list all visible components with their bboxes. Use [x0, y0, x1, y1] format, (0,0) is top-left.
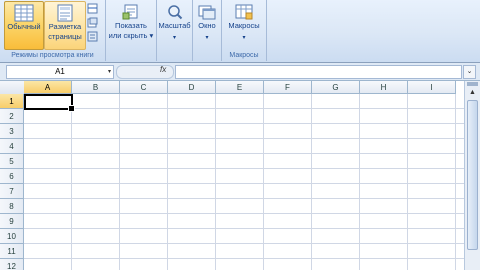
chevron-down-icon: ▾: [172, 35, 176, 41]
formula-input[interactable]: [175, 65, 462, 79]
normal-view-icon: [14, 4, 34, 22]
show-hide-label-2: или скрыть ▾: [108, 31, 154, 40]
page-break-preview-icon[interactable]: [87, 3, 98, 14]
chevron-down-icon: ▾: [149, 31, 154, 40]
show-hide-icon: [122, 4, 138, 20]
normal-view-label: Обычный: [7, 22, 41, 31]
chevron-down-icon: ▾: [242, 35, 246, 41]
row-header-8[interactable]: 8: [0, 199, 24, 214]
row-header-1[interactable]: 1: [0, 94, 24, 109]
column-header-b[interactable]: B: [72, 81, 120, 94]
column-header-a[interactable]: A: [24, 81, 72, 94]
macros-label: Макросы: [228, 21, 260, 30]
column-header-d[interactable]: D: [168, 81, 216, 94]
vertical-scrollbar[interactable]: ▲: [464, 81, 480, 270]
page-layout-icon: [57, 4, 73, 22]
macros-group: Макросы ▾ Макросы: [222, 0, 267, 61]
magnifier-icon: [167, 5, 182, 20]
split-handle[interactable]: [467, 82, 478, 86]
name-box[interactable]: A1 ▾: [6, 65, 114, 79]
column-header-h[interactable]: H: [360, 81, 408, 94]
active-cell[interactable]: [24, 94, 75, 112]
row-header-9[interactable]: 9: [0, 214, 24, 229]
select-all-corner[interactable]: [0, 81, 25, 95]
scroll-up-icon[interactable]: ▲: [467, 88, 478, 98]
zoom-label: Масштаб: [158, 21, 191, 30]
column-header-i[interactable]: I: [408, 81, 456, 94]
show-hide-group: Показать или скрыть ▾: [106, 0, 157, 61]
normal-view-button[interactable]: Обычный: [4, 1, 44, 50]
row-header-3[interactable]: 3: [0, 124, 24, 139]
worksheet-grid: ABCDEFGHI 1 2 3 4 5 6 7 8 9 10 11 12: [0, 81, 464, 270]
page-layout-label-2: страницы: [48, 32, 82, 41]
macros-button[interactable]: Макросы ▾: [222, 1, 266, 48]
page-layout-button[interactable]: Разметка страницы: [44, 1, 86, 50]
chevron-down-icon[interactable]: ▾: [108, 66, 111, 78]
window-label: Окно: [198, 21, 216, 30]
cell-area[interactable]: [24, 94, 464, 270]
row-header-2[interactable]: 2: [0, 109, 24, 124]
zoom-button[interactable]: Масштаб ▾: [157, 1, 192, 48]
macros-icon: [235, 4, 253, 20]
row-header-4[interactable]: 4: [0, 139, 24, 154]
workbook-views-group: Обычный Разметка страницы Режимы просмот…: [0, 0, 106, 61]
workbook-views-group-label: Режимы просмотра книги: [11, 52, 94, 59]
show-hide-label-1: Показать: [115, 21, 147, 30]
row-header-6[interactable]: 6: [0, 169, 24, 184]
row-header-11[interactable]: 11: [0, 244, 24, 259]
window-button[interactable]: Окно ▾: [193, 1, 221, 48]
column-header-f[interactable]: F: [264, 81, 312, 94]
expand-formula-bar-icon[interactable]: ⌄: [463, 65, 476, 79]
full-screen-icon[interactable]: [87, 31, 98, 42]
row-header-5[interactable]: 5: [0, 154, 24, 169]
name-box-value: A1: [55, 67, 65, 76]
chevron-down-icon: ▾: [205, 35, 209, 41]
window-icon: [198, 5, 216, 20]
scroll-thumb[interactable]: [467, 100, 478, 250]
zoom-group: Масштаб ▾: [157, 0, 193, 61]
row-header-12[interactable]: 12: [0, 259, 24, 270]
column-header-c[interactable]: C: [120, 81, 168, 94]
column-header-e[interactable]: E: [216, 81, 264, 94]
page-layout-label-1: Разметка: [48, 22, 82, 31]
show-hide-button[interactable]: Показать или скрыть ▾: [106, 1, 156, 48]
ribbon: Обычный Разметка страницы Режимы просмот…: [0, 0, 480, 63]
formula-bar: A1 ▾ fx ⌄: [0, 63, 480, 81]
custom-views-icon[interactable]: [87, 17, 98, 28]
window-group: Окно ▾: [193, 0, 222, 61]
column-header-g[interactable]: G: [312, 81, 360, 94]
row-header-7[interactable]: 7: [0, 184, 24, 199]
insert-function-button[interactable]: fx: [160, 65, 166, 74]
row-header-10[interactable]: 10: [0, 229, 24, 244]
macros-group-label: Макросы: [229, 52, 259, 59]
